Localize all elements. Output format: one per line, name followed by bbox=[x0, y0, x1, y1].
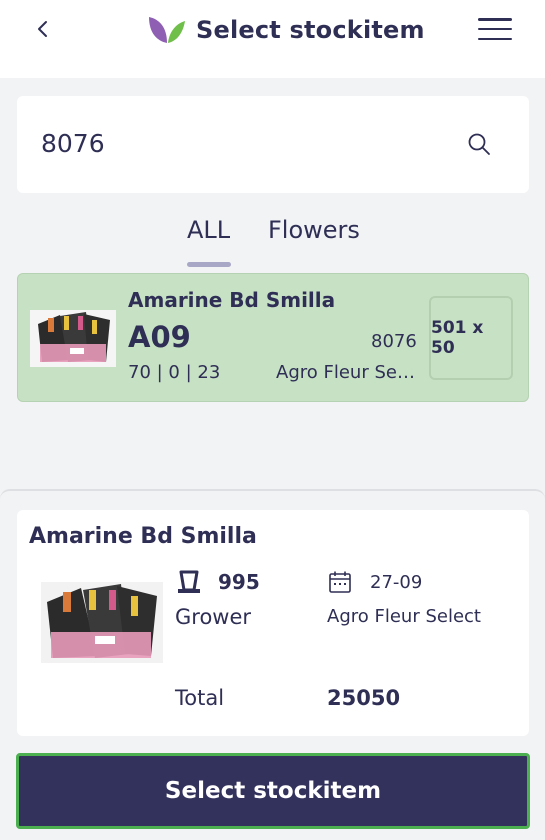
detail-date: 27-09 bbox=[370, 572, 423, 593]
result-code: A09 bbox=[128, 320, 191, 354]
category-tabs: ALL Flowers bbox=[0, 212, 545, 272]
leaf-logo-icon bbox=[149, 17, 185, 43]
grower-label: Grower bbox=[175, 605, 252, 629]
stockitem-result-card[interactable]: Amarine Bd Smilla A09 8076 70 | 0 | 23 A… bbox=[17, 273, 529, 402]
tab-flowers[interactable]: Flowers bbox=[268, 216, 360, 244]
back-button[interactable] bbox=[28, 14, 58, 44]
active-tab-indicator bbox=[187, 262, 231, 267]
tab-all[interactable]: ALL bbox=[187, 216, 230, 244]
container-icon bbox=[178, 570, 200, 593]
product-thumbnail bbox=[30, 310, 116, 367]
search-icon[interactable] bbox=[467, 132, 491, 156]
stockitem-detail-card: Amarine Bd Smilla 995 27-09 Grower Agro … bbox=[17, 510, 529, 736]
total-label: Total bbox=[175, 686, 225, 710]
calendar-icon bbox=[329, 571, 351, 593]
select-stockitem-button[interactable]: Select stockitem bbox=[16, 753, 530, 829]
result-number: 8076 bbox=[371, 331, 417, 352]
total-value: 25050 bbox=[327, 686, 401, 710]
detail-supplier: Agro Fleur Select bbox=[327, 606, 481, 627]
result-name: Amarine Bd Smilla bbox=[128, 288, 336, 312]
page-title: Select stockitem bbox=[196, 16, 425, 44]
result-supplier: Agro Fleur Sel... bbox=[276, 362, 416, 383]
chevron-left-icon bbox=[38, 21, 47, 37]
search-box bbox=[17, 96, 529, 193]
hamburger-menu-icon[interactable] bbox=[478, 18, 512, 40]
search-input[interactable] bbox=[41, 129, 441, 158]
product-image bbox=[41, 582, 163, 663]
result-stock-counts: 70 | 0 | 23 bbox=[128, 362, 221, 383]
brand: Select stockitem bbox=[147, 12, 425, 48]
detail-name: Amarine Bd Smilla bbox=[29, 524, 257, 549]
detail-quantity: 995 bbox=[218, 570, 260, 594]
app-header: Select stockitem bbox=[0, 0, 545, 78]
result-size-badge: 501 x 50 bbox=[429, 296, 513, 380]
